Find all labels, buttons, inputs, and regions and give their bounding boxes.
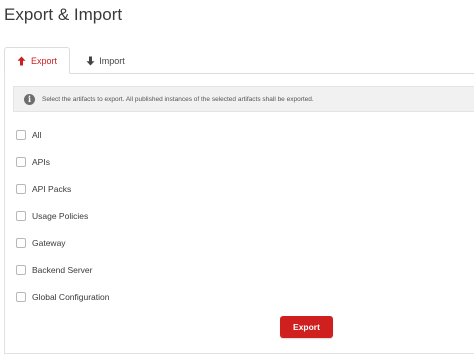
info-icon: i [24,93,35,105]
artifact-label: Backend Server [32,265,93,275]
artifact-option-usage-policies[interactable]: Usage Policies [16,210,88,222]
artifact-option-gateway[interactable]: Gateway [16,237,66,249]
tab-bar: Export Import [4,47,474,74]
artifact-label: All [32,130,42,140]
artifact-option-apis[interactable]: APIs [16,156,50,168]
arrow-down-icon [85,56,95,66]
checkbox[interactable] [16,130,26,140]
artifact-label: APIs [32,157,50,167]
info-text: Select the artifacts to export. All publ… [42,95,314,103]
artifact-label: API Packs [32,184,72,194]
artifact-option-all[interactable]: All [16,129,41,141]
tab-export[interactable]: Export [4,47,70,74]
artifact-option-global-configuration[interactable]: Global Configuration [16,291,110,303]
artifact-label: Global Configuration [32,292,110,302]
export-button[interactable]: Export [280,316,333,338]
artifact-option-backend-server[interactable]: Backend Server [16,264,92,276]
tab-export-label: Export [30,55,57,66]
artifact-option-api-packs[interactable]: API Packs [16,183,71,195]
artifact-label: Usage Policies [32,211,89,221]
checkbox[interactable] [16,157,26,167]
tab-import-label: Import [99,55,125,66]
artifact-label: Gateway [32,238,66,248]
arrow-up-icon [17,56,27,66]
page-title: Export & Import [4,5,123,24]
info-banner: i Select the artifacts to export. All pu… [13,86,474,112]
checkbox[interactable] [16,211,26,221]
tab-import[interactable]: Import [72,47,138,74]
checkbox[interactable] [16,184,26,194]
checkbox[interactable] [16,265,26,275]
checkbox[interactable] [16,238,26,248]
checkbox[interactable] [16,292,26,302]
